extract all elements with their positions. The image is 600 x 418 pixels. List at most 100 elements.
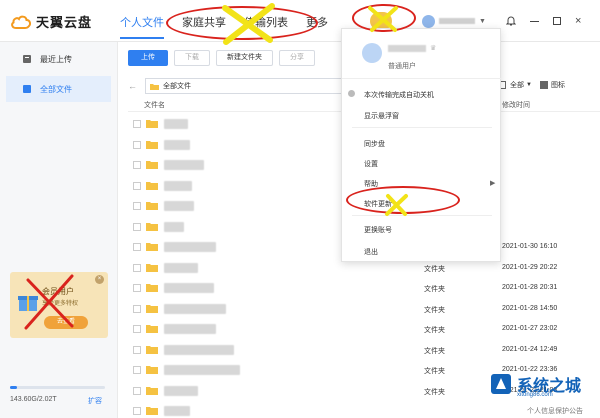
download-button[interactable]: 下载 [174, 50, 210, 66]
annotation-ellipse [352, 4, 416, 32]
file-type: 文件夹 [424, 327, 445, 334]
name-column-header[interactable]: 文件名 [144, 100, 165, 110]
icon-view-label[interactable]: 图标 [551, 80, 565, 90]
row-checkbox[interactable] [133, 161, 141, 169]
file-type: 文件夹 [424, 388, 445, 396]
row-checkbox[interactable] [133, 222, 141, 231]
view-controls: 全部 ▼ 图标 [498, 80, 565, 90]
row-checkbox[interactable] [133, 345, 141, 354]
table-row[interactable]: 文件夹 2021-01-24 12:49 [128, 340, 600, 360]
row-checkbox[interactable] [133, 263, 141, 272]
file-name-blurred [164, 242, 216, 252]
tab-personal-files[interactable]: 个人文件 [120, 14, 164, 39]
file-name-blurred [164, 344, 234, 355]
folder-icon [146, 386, 158, 395]
chevron-down-icon[interactable]: ▼ [526, 82, 532, 88]
row-checkbox[interactable] [133, 407, 141, 415]
menu-item-switch-account[interactable]: 更换账号 [364, 225, 392, 235]
grid-view-icon[interactable] [539, 81, 548, 89]
date-column-header[interactable]: 修改时间 [502, 100, 530, 110]
sidebar: 最近上传 全部文件 会员用户 享受更多特权 去查看 × 143.60G/2.02… [0, 42, 118, 418]
folder-icon [146, 366, 158, 374]
file-date: 2021-01-24 12:49 [502, 345, 558, 353]
row-checkbox[interactable] [133, 284, 141, 292]
promo-view-button[interactable]: 去查看 [44, 316, 88, 329]
folder-icon [150, 83, 159, 90]
sidebar-item-all-files[interactable]: 全部文件 [6, 76, 111, 102]
menu-item-floating-window[interactable]: 显示悬浮窗 [364, 111, 399, 121]
recent-upload-icon [23, 55, 31, 63]
app-logo: 天翼云盘 [10, 12, 92, 31]
annotation-ellipse [346, 186, 460, 214]
close-icon[interactable]: × [575, 16, 581, 27]
storage-progress [10, 386, 105, 389]
row-checkbox[interactable] [133, 120, 141, 128]
row-checkbox[interactable] [133, 386, 141, 395]
folder-icon [146, 407, 158, 415]
storage-progress-fill [10, 386, 17, 389]
row-checkbox[interactable] [133, 181, 141, 190]
file-name-blurred [164, 180, 192, 191]
row-checkbox[interactable] [133, 243, 141, 251]
promo-title: 会员用户 [42, 287, 74, 296]
files-icon [23, 85, 31, 93]
table-row[interactable]: 文件夹 2021-01-28 14:50 [128, 299, 600, 319]
annotation-ellipse [166, 6, 318, 40]
folder-icon [146, 161, 158, 169]
folder-icon [146, 284, 158, 292]
user-name-blurred[interactable] [439, 18, 475, 24]
file-name-blurred [164, 160, 204, 170]
file-name-blurred [164, 283, 214, 293]
row-checkbox[interactable] [133, 140, 141, 149]
file-name-blurred [164, 262, 198, 273]
row-checkbox[interactable] [133, 202, 141, 210]
promo-close-icon[interactable]: × [95, 275, 104, 284]
file-name-blurred [164, 324, 216, 334]
app-title: 天翼云盘 [36, 15, 93, 30]
share-button[interactable]: 分享 [279, 50, 315, 66]
menu-item-sync-disk[interactable]: 同步盘 [364, 139, 385, 149]
file-type: 文件夹 [424, 306, 445, 314]
folder-icon [146, 181, 158, 190]
back-arrow-icon[interactable]: ← [128, 81, 137, 91]
sidebar-item-recent-uploads[interactable]: 最近上传 [6, 46, 111, 72]
chevron-right-icon: ▶ [490, 180, 496, 187]
watermark-logo-icon [491, 374, 511, 394]
new-folder-button[interactable]: 新建文件夹 [216, 50, 273, 66]
folder-icon [146, 345, 158, 354]
watermark-url: xitong86.com [517, 392, 553, 398]
filter-all-dropdown[interactable]: 全部 [510, 80, 524, 90]
table-row[interactable]: 文件夹 2021-01-27 23:02 [128, 319, 600, 339]
check-icon [348, 90, 355, 97]
menu-item-auto-shutdown[interactable]: 本次传输完成自动关机 [364, 90, 434, 100]
cloud-logo-icon [11, 15, 32, 29]
minimize-icon[interactable] [529, 20, 539, 22]
row-checkbox[interactable] [133, 304, 141, 313]
chevron-down-icon[interactable]: ▼ [479, 18, 486, 25]
breadcrumb-current: 全部文件 [163, 83, 191, 90]
vip-promo-banner[interactable]: 会员用户 享受更多特权 去查看 × [10, 272, 108, 338]
upload-button[interactable]: 上传 [128, 50, 168, 66]
table-row[interactable]: 文件夹 2021-01-28 20:31 [128, 278, 600, 298]
file-name-blurred [164, 221, 184, 232]
file-type: 文件夹 [424, 347, 445, 355]
folder-icon [146, 140, 158, 149]
privacy-notice-link[interactable]: 个人信息保护公告 [527, 406, 583, 416]
menu-user-info: ♛ 普通用户 [342, 29, 502, 79]
menu-item-logout[interactable]: 退出 [364, 247, 378, 257]
row-checkbox[interactable] [133, 366, 141, 374]
menu-divider [352, 215, 492, 216]
maximize-icon[interactable] [552, 17, 561, 25]
user-level-label: 普通用户 [388, 63, 416, 70]
folder-icon [146, 120, 158, 128]
row-checkbox[interactable] [133, 325, 141, 333]
file-date: 2021-01-28 14:50 [502, 304, 558, 312]
file-type: 文件夹 [424, 286, 445, 293]
file-name-blurred [164, 385, 198, 396]
expand-storage-link[interactable]: 扩容 [88, 396, 102, 406]
user-avatar[interactable] [422, 14, 435, 28]
menu-user-name-blurred [388, 45, 426, 52]
breadcrumb[interactable]: 全部文件 [145, 78, 345, 94]
bell-icon[interactable] [505, 15, 517, 28]
menu-item-settings[interactable]: 设置 [364, 159, 378, 169]
